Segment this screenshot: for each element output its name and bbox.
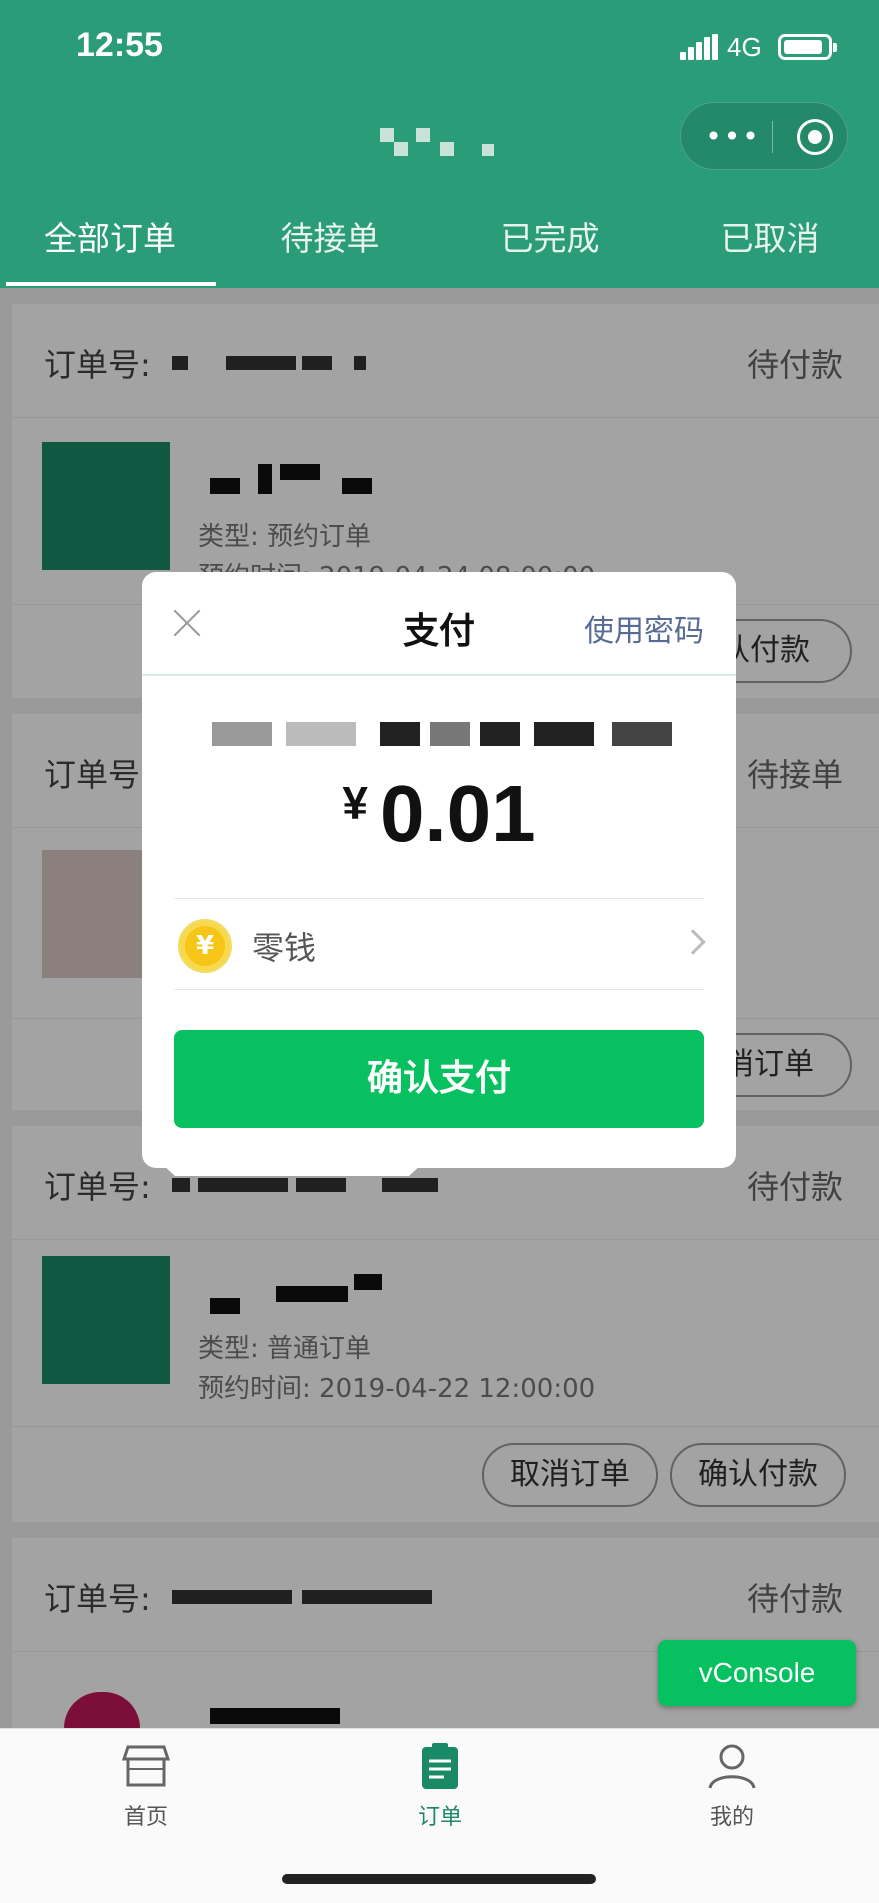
payment-modal: 支付 使用密码 ¥0.01 ¥ 零钱 确认支付 — [142, 572, 736, 1168]
tab-pending-accept[interactable]: 待接单 — [220, 212, 440, 260]
use-password-link[interactable]: 使用密码 — [584, 606, 704, 650]
status-time: 12:55 — [76, 26, 163, 64]
app-header: 12:55 4G ••• 全部订单 待接单 已完成 已取消 — [0, 0, 879, 288]
status-bar: 12:55 4G — [0, 0, 879, 96]
battery-icon — [778, 34, 837, 60]
tab-all-orders[interactable]: 全部订单 — [0, 212, 220, 260]
signal-icon — [680, 34, 720, 60]
home-indicator — [282, 1874, 596, 1884]
network-type: 4G — [727, 32, 762, 62]
confirm-pay-button[interactable]: 确认支付 — [174, 1030, 704, 1128]
tabbar-label: 订单 — [417, 1805, 462, 1830]
tab-completed[interactable]: 已完成 — [440, 212, 660, 260]
coin-icon: ¥ — [178, 919, 232, 973]
more-icon[interactable]: ••• — [705, 117, 761, 157]
person-icon — [706, 1743, 758, 1789]
modal-pointer — [162, 1164, 422, 1176]
tabbar-label: 我的 — [709, 1805, 754, 1830]
close-miniprogram-icon[interactable] — [797, 119, 833, 155]
payment-method-row[interactable]: ¥ 零钱 — [174, 898, 706, 990]
vconsole-button[interactable]: vConsole — [658, 1640, 856, 1706]
tabbar-item-orders[interactable]: 订单 — [380, 1743, 500, 1831]
payment-amount: ¥0.01 — [142, 768, 736, 860]
chevron-right-icon — [680, 929, 706, 955]
amount-value: 0.01 — [379, 769, 536, 858]
merchant-name-masked — [212, 722, 672, 746]
payment-modal-header: 支付 使用密码 — [142, 572, 736, 676]
capsule-divider — [772, 121, 773, 153]
store-icon — [120, 1743, 172, 1789]
active-tab-indicator — [6, 282, 216, 286]
miniprogram-capsule: ••• — [680, 102, 848, 170]
currency-symbol: ¥ — [342, 777, 368, 829]
tabbar-label: 首页 — [123, 1805, 168, 1830]
payment-method-label: 零钱 — [252, 929, 317, 967]
tabbar-item-home[interactable]: 首页 — [86, 1743, 206, 1831]
tab-cancelled[interactable]: 已取消 — [660, 212, 879, 260]
tabbar-item-mine[interactable]: 我的 — [672, 1743, 792, 1831]
clipboard-icon — [414, 1743, 466, 1789]
miniprogram-title-masked — [380, 124, 500, 158]
order-tabs: 全部订单 待接单 已完成 已取消 — [0, 200, 879, 288]
